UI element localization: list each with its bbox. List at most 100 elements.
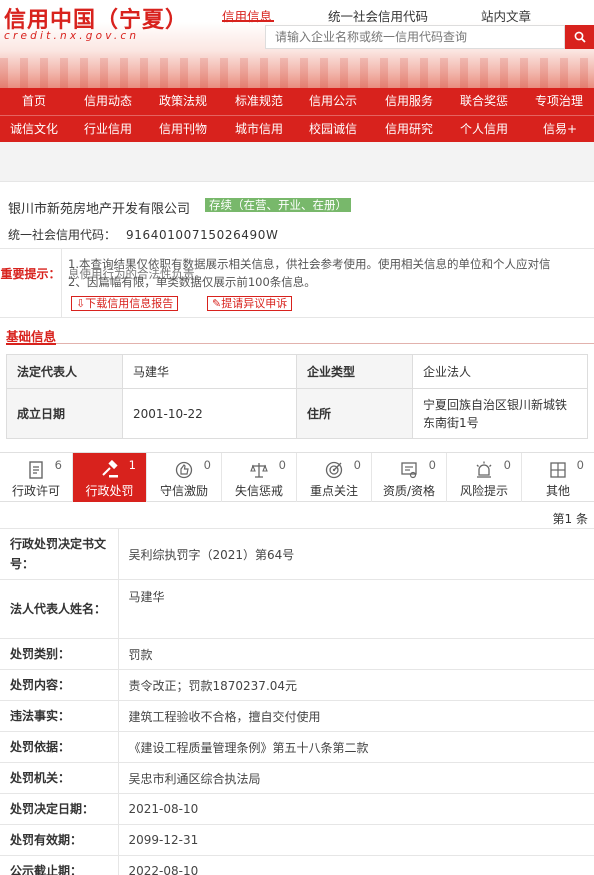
row-value: 吴忠市利通区综合执法局 [118,762,594,794]
row-label: 违法事实： [0,700,119,732]
tab-site-articles[interactable]: 站内文章 [481,6,531,25]
nav-credit-service[interactable]: 信用服务 [385,88,433,115]
row-label: 处罚内容： [0,669,119,701]
row-value: 建筑工程验收不合格，擅自交付使用 [118,700,594,732]
tab-label: 行政处罚 [85,484,134,498]
address-value: 宁夏回族自治区银川新城铁东南街1号 [412,388,588,439]
record-category-tabs: 6 行政许可 1 行政处罚 0 守信激励 0 失信惩戒 0 重点关注 0 资质/… [0,452,594,502]
credit-code-value: 91640100715026490W [126,228,279,242]
table-row: 处罚依据： 《建设工程质量管理条例》第五十八条第二款 [0,731,594,763]
legal-rep-label: 法定代表人 [6,354,123,389]
table-row: 公示截止期： 2022-08-10 [0,855,594,875]
record-index: 第1 条 [552,512,588,526]
tab-other[interactable]: 0 其他 [522,453,594,502]
divider [6,343,594,344]
nav-special-governance[interactable]: 专项治理 [535,88,583,115]
main-nav-row-2: 诚信文化 行业信用 信用刊物 城市信用 校园诚信 信用研究 个人信用 信易+ [0,115,594,142]
status-badge: 存续（在营、开业、在册） [205,198,351,212]
nav-personal-credit[interactable]: 个人信用 [460,116,508,143]
tab-count: 1 [128,458,136,472]
nav-policy[interactable]: 政策法规 [159,88,207,115]
table-row: 行政处罚决定书文号： 吴利综执罚字（2021）第64号 [0,528,594,580]
tab-qualification[interactable]: 0 资质/资格 [372,453,447,502]
table-row: 处罚类别： 罚款 [0,638,594,670]
site-header: 信用中国（宁夏） credit.nx.gov.cn 信用信息 统一社会信用代码 … [0,0,594,88]
nav-credit-publications[interactable]: 信用刊物 [159,116,207,143]
table-row: 处罚机关： 吴忠市利通区综合执法局 [0,762,594,794]
legal-rep-value: 马建华 [122,354,297,389]
row-value: 责令改正；罚款1870237.04元 [118,669,594,701]
nav-city-credit[interactable]: 城市信用 [235,116,283,143]
tab-key-attention[interactable]: 0 重点关注 [297,453,372,502]
row-label: 公示截止期： [0,855,119,875]
row-label: 行政处罚决定书文号： [0,528,119,580]
certificate-icon [401,462,417,479]
row-label: 处罚有效期： [0,824,119,856]
tab-count: 0 [203,458,211,472]
basic-info-table: 法定代表人 马建华 企业类型 企业法人 成立日期 2001-10-22 住所 宁… [6,354,588,439]
scale-icon [250,463,268,478]
nav-industry-credit[interactable]: 行业信用 [84,116,132,143]
row-value: 《建设工程质量管理条例》第五十八条第二款 [118,731,594,763]
company-name: 银川市新苑房地产开发有限公司 [8,202,191,217]
search-icon [574,31,586,43]
row-label: 处罚类别： [0,638,119,670]
table-row: 法人代表人姓名： 马建华 [0,579,594,639]
thumbs-up-icon [175,461,193,479]
download-report-button[interactable]: ⇩下载信用信息报告 [71,296,179,311]
submit-appeal-button[interactable]: ✎提请异议申诉 [207,296,293,311]
tab-credit-info[interactable]: 信用信息 [222,6,272,25]
nav-credit-publicity[interactable]: 信用公示 [309,88,357,115]
row-label: 处罚依据： [0,731,119,763]
tab-dishonesty-penalty[interactable]: 0 失信惩戒 [222,453,297,502]
tab-risk-warning[interactable]: 0 风险提示 [447,453,522,502]
nav-credit-news[interactable]: 信用动态 [84,88,132,115]
founded-label: 成立日期 [6,388,123,439]
tab-count: 0 [353,458,361,472]
table-row: 处罚内容： 责令改正；罚款1870237.04元 [0,669,594,701]
gavel-icon [101,460,118,478]
search-button[interactable] [565,25,594,49]
nav-home[interactable]: 首页 [22,88,46,115]
important-notice: 重要提示： 1.本查询结果仅依职有数据展示相关信息，供社会参考使用。使用相关信息… [0,248,594,318]
row-value: 吴利综执罚字（2021）第64号 [118,528,594,580]
nav-integrity-culture[interactable]: 诚信文化 [10,116,58,143]
main-nav-row-1: 首页 信用动态 政策法规 标准规范 信用公示 信用服务 联合奖惩 专项治理 [0,88,594,115]
row-label: 处罚机关： [0,762,119,794]
search-input[interactable] [266,26,564,48]
tab-credit-incentive[interactable]: 0 守信激励 [147,453,222,502]
tab-label: 行政许可 [11,484,60,498]
site-logo-url: credit.nx.gov.cn [4,30,140,42]
nav-standards[interactable]: 标准规范 [235,88,283,115]
nav-joint-rewards[interactable]: 联合奖惩 [460,88,508,115]
tab-admin-license[interactable]: 6 行政许可 [0,453,73,502]
tab-count: 0 [278,458,286,472]
tab-admin-penalty[interactable]: 1 行政处罚 [73,453,147,502]
notice-line-2: 2、因篇幅有限，单类数据仅展示前100条信息。 [68,275,316,289]
tab-credit-code[interactable]: 统一社会信用代码 [328,6,428,25]
nav-credit-research[interactable]: 信用研究 [385,116,433,143]
row-value: 2021-08-10 [118,793,594,825]
header-decoration [0,58,594,88]
tab-label: 资质/资格 [382,484,436,498]
tab-count: 6 [54,458,62,472]
founded-value: 2001-10-22 [122,388,297,439]
tab-count: 0 [503,458,511,472]
active-tab-underline [222,20,274,22]
row-label: 处罚决定日期： [0,793,119,825]
grid-icon [550,462,566,478]
search-box [265,25,565,49]
document-icon [29,461,43,479]
tab-label: 失信惩戒 [234,484,283,498]
tab-label: 风险提示 [459,484,508,498]
nav-campus-integrity[interactable]: 校园诚信 [309,116,357,143]
penalty-detail-table: 行政处罚决定书文号： 吴利综执罚字（2021）第64号 法人代表人姓名： 马建华… [0,528,594,875]
divider-accent [6,343,56,345]
credit-code-label: 统一社会信用代码： [8,228,117,242]
address-label: 住所 [296,388,413,439]
row-value: 罚款 [118,638,594,670]
tab-label: 守信激励 [159,484,208,498]
alarm-icon [476,461,492,478]
table-row: 违法事实： 建筑工程验收不合格，擅自交付使用 [0,700,594,732]
nav-credit-plus[interactable]: 信易+ [543,116,577,143]
